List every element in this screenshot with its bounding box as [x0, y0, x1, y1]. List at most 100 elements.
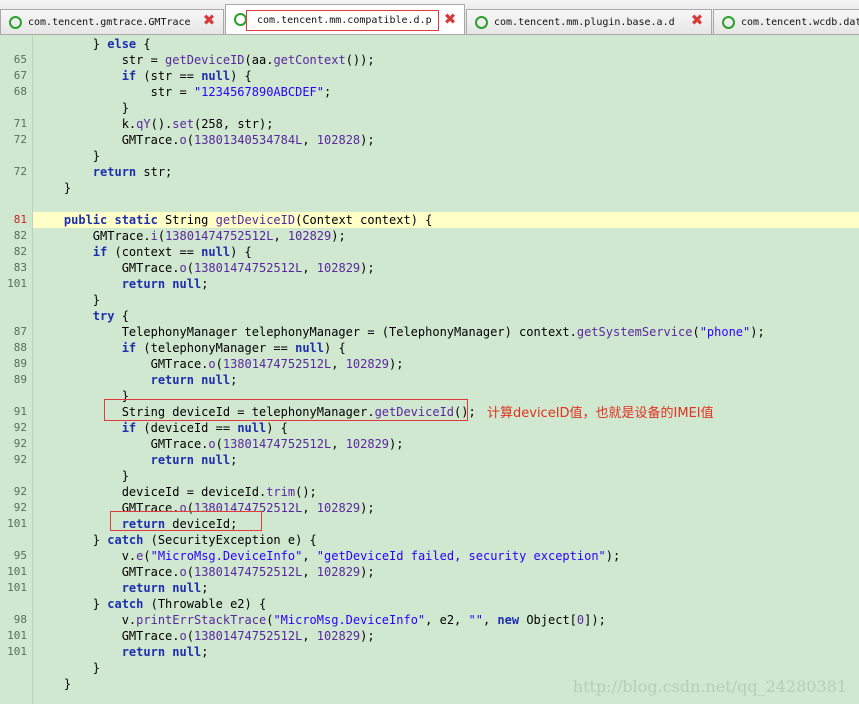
code-text: public static String getDeviceID(Context…	[33, 212, 859, 228]
close-icon[interactable]: ✖	[689, 12, 705, 28]
code-token: (	[186, 133, 194, 147]
close-icon[interactable]: ✖	[201, 12, 217, 28]
code-line: 89 return null;	[0, 372, 859, 388]
code-line: 88 if (telephonyManager == null) {	[0, 340, 859, 356]
code-token: "MicroMsg.DeviceInfo"	[273, 613, 426, 627]
line-number: 101	[7, 565, 27, 578]
code-token: null	[295, 341, 325, 355]
code-line: }	[0, 468, 859, 484]
code-token: v.	[35, 549, 137, 563]
line-number: 92	[13, 421, 27, 434]
tab-label: com.tencent.wcdb.dat	[741, 17, 859, 28]
code-token: ) {	[324, 341, 346, 355]
code-token: return	[92, 165, 137, 179]
code-token: ) {	[266, 421, 288, 435]
code-line: }	[0, 660, 859, 676]
code-token: GMTrace.	[35, 229, 151, 243]
code-line: 92 return null;	[0, 452, 859, 468]
code-token: 102829	[345, 437, 390, 451]
code-text: } catch (SecurityException e) {	[33, 532, 859, 548]
code-text: if (deviceId == null) {	[33, 420, 859, 436]
code-token: str;	[136, 165, 173, 179]
code-token: return null	[150, 373, 231, 387]
code-token: if	[121, 69, 137, 83]
code-token: {	[136, 37, 151, 51]
code-token: (	[215, 357, 223, 371]
tab-gmtrace[interactable]: com.tencent.gmtrace.GMTrace ✖	[0, 9, 224, 34]
code-text: }	[33, 180, 859, 196]
code-token: null	[201, 245, 231, 259]
code-text: return null;	[33, 580, 859, 596]
line-number: 101	[7, 629, 27, 642]
code-token: "1234567890ABCDEF"	[193, 85, 324, 99]
code-token: );	[750, 325, 765, 339]
code-token: 13801474752512L	[193, 261, 303, 275]
code-line: }	[0, 148, 859, 164]
code-token: o	[179, 261, 187, 275]
code-token: );	[360, 501, 375, 515]
code-text: }	[33, 100, 859, 116]
code-token: ]);	[584, 613, 606, 627]
code-text: str = "1234567890ABCDEF";	[33, 84, 859, 100]
code-token: Object[	[519, 613, 577, 627]
code-token: o	[179, 565, 187, 579]
code-token: ;	[230, 453, 238, 467]
code-token: );	[389, 357, 404, 371]
code-token: (	[157, 229, 166, 243]
code-token: k.	[35, 117, 137, 131]
code-text: return null;	[33, 452, 859, 468]
line-number: 92	[13, 485, 27, 498]
code-token: 13801474752512L	[222, 437, 332, 451]
code-token: (deviceId ==	[136, 421, 238, 435]
watermark: http://blog.csdn.net/qq_24280381	[572, 677, 847, 696]
line-number: 89	[13, 357, 27, 370]
close-icon[interactable]: ✖	[442, 11, 458, 27]
code-token: TelephonyManager telephonyManager = (Tel…	[35, 325, 577, 339]
code-token: "MicroMsg.DeviceInfo"	[150, 549, 303, 563]
code-line: 101 GMTrace.o(13801474752512L, 102829);	[0, 564, 859, 580]
line-number: 101	[7, 277, 27, 290]
line-number: 72	[13, 133, 27, 146]
code-line: 95 v.e("MicroMsg.DeviceInfo", "getDevice…	[0, 548, 859, 564]
code-token: ) {	[230, 69, 252, 83]
code-token: ,	[273, 229, 288, 243]
code-token: );	[331, 229, 346, 243]
code-token: return null	[121, 277, 202, 291]
class-file-icon	[475, 16, 488, 29]
code-token: o	[208, 357, 216, 371]
code-line: 101 return null;	[0, 580, 859, 596]
line-number: 89	[13, 373, 27, 386]
code-token: ;	[201, 645, 209, 659]
code-text: GMTrace.o(13801340534784L, 102828);	[33, 132, 859, 148]
code-token: ;	[201, 277, 209, 291]
code-token: o	[179, 133, 187, 147]
tab-wcdb-dat[interactable]: com.tencent.wcdb.dat	[713, 9, 859, 34]
code-token: );	[360, 629, 375, 643]
code-token: null	[201, 69, 231, 83]
code-token: 102829	[316, 501, 361, 515]
code-token: GMTrace.	[35, 629, 180, 643]
code-line: 98 v.printErrStackTrace("MicroMsg.Device…	[0, 612, 859, 628]
code-line: 83 GMTrace.o(13801474752512L, 102829);	[0, 260, 859, 276]
code-line: }	[0, 100, 859, 116]
code-token: else	[107, 37, 137, 51]
tab-compatible-d-p[interactable]: com.tencent.mm.compatible.d.p ✖	[225, 4, 465, 34]
code-token: (	[186, 629, 194, 643]
code-editor[interactable]: } else {65 str = getDeviceID(aa.getConte…	[0, 35, 859, 704]
code-token: return null	[121, 645, 202, 659]
code-token: (	[215, 437, 223, 451]
code-token: (Throwable e2) {	[143, 597, 267, 611]
code-token: (str ==	[136, 69, 202, 83]
code-line: 72 return str;	[0, 164, 859, 180]
tab-plugin-base-a-d[interactable]: com.tencent.mm.plugin.base.a.d ✖	[466, 9, 712, 34]
code-token: catch	[107, 597, 144, 611]
code-text: }	[33, 660, 859, 676]
code-text: GMTrace.o(13801474752512L, 102829);	[33, 628, 859, 644]
code-token: ,	[302, 629, 317, 643]
code-text: v.printErrStackTrace("MicroMsg.DeviceInf…	[33, 612, 859, 628]
code-token: (258, str);	[193, 117, 274, 131]
